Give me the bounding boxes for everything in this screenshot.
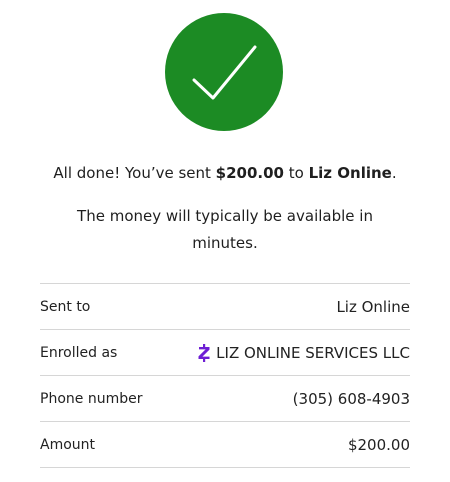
detail-value: (305) 608-4903 bbox=[292, 389, 410, 408]
success-badge bbox=[165, 13, 283, 131]
availability-note: The money will typically be available in… bbox=[77, 207, 373, 252]
message-suffix: . bbox=[391, 164, 397, 182]
detail-value: LIZ ONLINE SERVICES LLC bbox=[216, 343, 410, 362]
recipient-name: Liz Online bbox=[308, 164, 392, 182]
detail-label: Amount bbox=[40, 436, 96, 453]
detail-row-enrolled-as: Enrolled as LIZ ONLINE SERVICES LLC bbox=[40, 329, 410, 375]
detail-value: Liz Online bbox=[336, 297, 410, 316]
zelle-z-icon bbox=[198, 343, 210, 362]
sent-amount: $200.00 bbox=[215, 164, 284, 182]
detail-row-amount: Amount $200.00 bbox=[40, 421, 410, 468]
confirmation-screen: All done! You’ve sent $200.00 to Liz Onl… bbox=[0, 0, 450, 482]
detail-label: Phone number bbox=[40, 390, 143, 407]
detail-row-phone-number: Phone number (305) 608-4903 bbox=[40, 375, 410, 421]
detail-value: $200.00 bbox=[347, 435, 410, 454]
detail-value-wrap: LIZ ONLINE SERVICES LLC bbox=[197, 343, 410, 363]
details-table: Sent to Liz Online Enrolled as LIZ ONLIN… bbox=[40, 283, 410, 468]
detail-label: Enrolled as bbox=[40, 344, 118, 361]
message-prefix: All done! You’ve sent bbox=[53, 164, 216, 182]
detail-label: Sent to bbox=[40, 298, 91, 315]
confirmation-message: All done! You’ve sent $200.00 to Liz Onl… bbox=[0, 162, 450, 184]
detail-row-sent-to: Sent to Liz Online bbox=[40, 283, 410, 329]
message-middle: to bbox=[284, 164, 309, 182]
checkmark-icon bbox=[192, 45, 257, 100]
